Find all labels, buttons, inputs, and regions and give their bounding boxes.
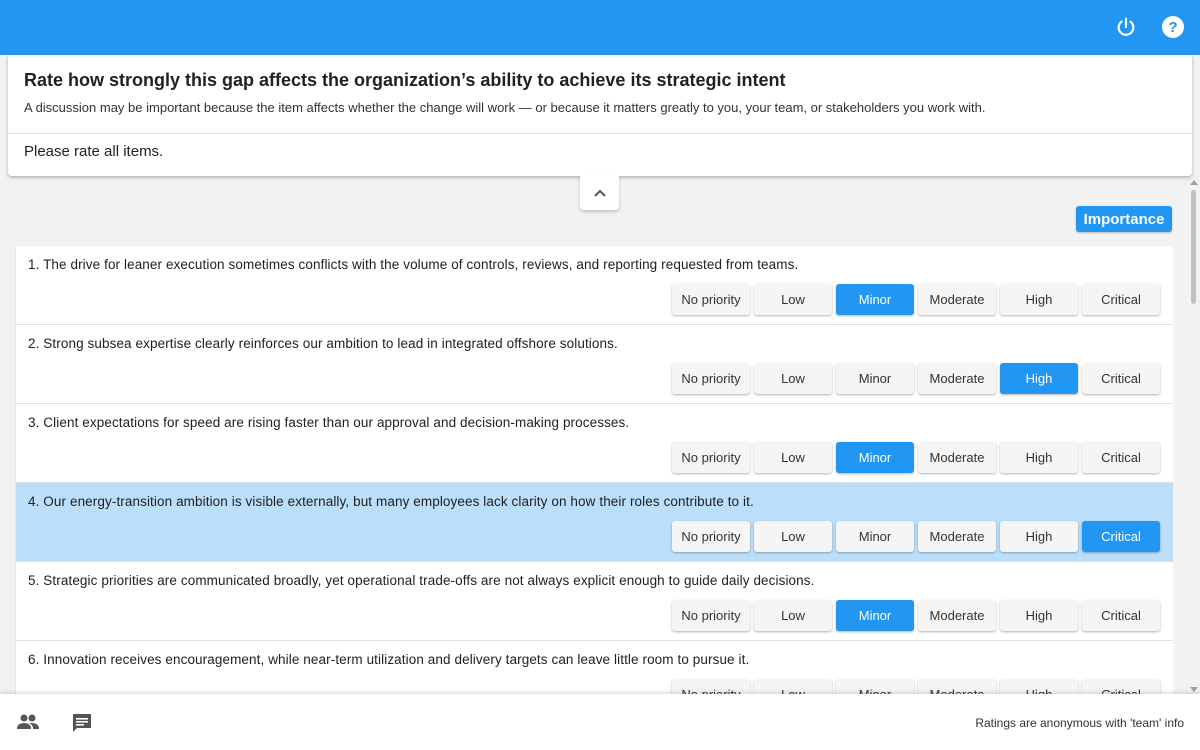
rating-option-critical[interactable]: Critical bbox=[1082, 521, 1160, 552]
rating-item-text: 1. The drive for leaner execution someti… bbox=[28, 257, 799, 272]
rating-item: 4. Our energy-transition ambition is vis… bbox=[15, 483, 1173, 562]
rating-option-low[interactable]: Low bbox=[754, 442, 832, 473]
rating-option-critical[interactable]: Critical bbox=[1082, 363, 1160, 394]
rating-option-low[interactable]: Low bbox=[754, 600, 832, 631]
rating-item: 6. Innovation receives encouragement, wh… bbox=[15, 641, 1173, 695]
rating-option-minor[interactable]: Minor bbox=[836, 521, 914, 552]
collapse-header-button[interactable] bbox=[580, 176, 619, 210]
instructions-card: Rate how strongly this gap affects the o… bbox=[8, 55, 1192, 176]
rating-options: No priority Low Minor Moderate High Critical bbox=[672, 442, 1160, 473]
rating-option-moderate[interactable]: Moderate bbox=[918, 679, 996, 695]
rating-option-minor[interactable]: Minor bbox=[836, 679, 914, 695]
rating-option-low[interactable]: Low bbox=[754, 521, 832, 552]
rating-option-minor[interactable]: Minor bbox=[836, 284, 914, 315]
power-icon[interactable] bbox=[1113, 14, 1139, 40]
rating-option-minor[interactable]: Minor bbox=[836, 442, 914, 473]
rating-item-text: 2. Strong subsea expertise clearly reinf… bbox=[28, 336, 618, 351]
help-icon[interactable]: ? bbox=[1160, 14, 1186, 40]
rating-items-list: 1. The drive for leaner execution someti… bbox=[15, 246, 1173, 695]
chat-icon[interactable] bbox=[71, 712, 93, 739]
rating-option-high[interactable]: High bbox=[1000, 521, 1078, 552]
rating-option-moderate[interactable]: Moderate bbox=[918, 363, 996, 394]
scroll-up-arrow[interactable] bbox=[1190, 180, 1198, 185]
rating-item-text: 3. Client expectations for speed are ris… bbox=[28, 415, 630, 430]
rating-item: 2. Strong subsea expertise clearly reinf… bbox=[15, 325, 1173, 404]
rating-options: No priority Low Minor Moderate High Critical bbox=[672, 600, 1160, 631]
rating-options: No priority Low Minor Moderate High Critical bbox=[672, 679, 1160, 695]
rating-option-minor[interactable]: Minor bbox=[836, 600, 914, 631]
rating-option-moderate[interactable]: Moderate bbox=[918, 521, 996, 552]
scroll-down-arrow[interactable] bbox=[1190, 687, 1198, 692]
rating-option-low[interactable]: Low bbox=[754, 363, 832, 394]
rating-options: No priority Low Minor Moderate High Critical bbox=[672, 284, 1160, 315]
rating-option-no-priority[interactable]: No priority bbox=[672, 284, 750, 315]
rating-option-critical[interactable]: Critical bbox=[1082, 679, 1160, 695]
rating-option-no-priority[interactable]: No priority bbox=[672, 679, 750, 695]
rating-item: 1. The drive for leaner execution someti… bbox=[15, 246, 1173, 325]
top-app-bar: ? bbox=[0, 0, 1200, 55]
rating-options: No priority Low Minor Moderate High Critical bbox=[672, 363, 1160, 394]
rating-option-critical[interactable]: Critical bbox=[1082, 442, 1160, 473]
rating-option-high[interactable]: High bbox=[1000, 679, 1078, 695]
anonymity-info: Ratings are anonymous with 'team' info bbox=[975, 716, 1184, 730]
rating-option-low[interactable]: Low bbox=[754, 679, 832, 695]
rating-item-text: 4. Our energy-transition ambition is vis… bbox=[28, 494, 754, 509]
rating-item-text: 5. Strategic priorities are communicated… bbox=[28, 573, 815, 588]
svg-text:?: ? bbox=[1168, 19, 1177, 36]
rating-option-moderate[interactable]: Moderate bbox=[918, 284, 996, 315]
rating-item: 5. Strategic priorities are communicated… bbox=[15, 562, 1173, 641]
rating-option-no-priority[interactable]: No priority bbox=[672, 600, 750, 631]
rating-option-minor[interactable]: Minor bbox=[836, 363, 914, 394]
rating-option-no-priority[interactable]: No priority bbox=[672, 442, 750, 473]
rating-option-moderate[interactable]: Moderate bbox=[918, 600, 996, 631]
page-subtitle: A discussion may be important because th… bbox=[24, 100, 986, 115]
divider bbox=[8, 133, 1192, 134]
rating-option-low[interactable]: Low bbox=[754, 284, 832, 315]
importance-button[interactable]: Importance bbox=[1076, 206, 1172, 232]
scrollbar[interactable] bbox=[1188, 178, 1200, 694]
rating-option-high[interactable]: High bbox=[1000, 363, 1078, 394]
rating-option-high[interactable]: High bbox=[1000, 600, 1078, 631]
rating-options: No priority Low Minor Moderate High Critical bbox=[672, 521, 1160, 552]
rating-option-high[interactable]: High bbox=[1000, 442, 1078, 473]
rating-option-moderate[interactable]: Moderate bbox=[918, 442, 996, 473]
people-icon[interactable] bbox=[16, 712, 40, 737]
rating-item: 3. Client expectations for speed are ris… bbox=[15, 404, 1173, 483]
bottom-bar: Ratings are anonymous with 'team' info bbox=[0, 694, 1200, 750]
rating-item-text: 6. Innovation receives encouragement, wh… bbox=[28, 652, 750, 667]
rating-option-critical[interactable]: Critical bbox=[1082, 600, 1160, 631]
chevron-up-icon bbox=[593, 189, 606, 197]
rating-option-high[interactable]: High bbox=[1000, 284, 1078, 315]
rating-option-no-priority[interactable]: No priority bbox=[672, 521, 750, 552]
page-title: Rate how strongly this gap affects the o… bbox=[24, 70, 786, 90]
rating-option-critical[interactable]: Critical bbox=[1082, 284, 1160, 315]
scrollbar-thumb[interactable] bbox=[1191, 190, 1196, 304]
instruction-text: Please rate all items. bbox=[24, 143, 164, 160]
rating-option-no-priority[interactable]: No priority bbox=[672, 363, 750, 394]
